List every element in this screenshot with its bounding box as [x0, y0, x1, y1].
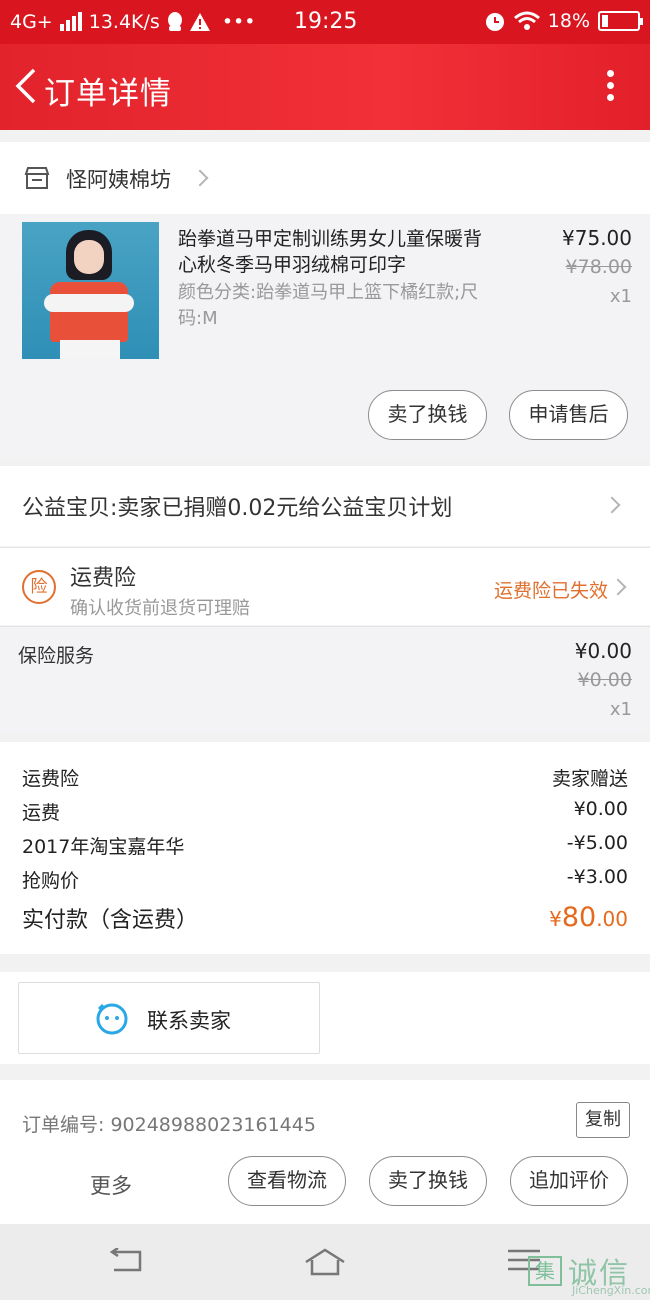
qq-icon: [167, 12, 182, 31]
total-cents: .00: [596, 907, 628, 931]
fee-label: 运费: [22, 802, 61, 824]
page-title: 订单详情: [44, 76, 172, 112]
product-quantity: x1: [609, 286, 632, 307]
contact-seller-label: 联系卖家: [147, 1009, 231, 1033]
shipping-insurance-title: 运费险: [70, 566, 137, 591]
charity-text: 公益宝贝:卖家已捐赠0.02元给公益宝贝计划: [22, 496, 453, 521]
network-speed: 13.4K/s: [88, 11, 160, 33]
fee-label: 运费险: [22, 768, 80, 790]
fee-value: 卖家赠送: [551, 768, 628, 790]
clock: 19:25: [294, 9, 358, 34]
watermark-url: JiChengXin.com: [572, 1284, 650, 1297]
app-header: 订单详情: [0, 44, 650, 130]
fee-value: -¥5.00: [566, 832, 628, 854]
shipping-insurance-row[interactable]: 险 运费险 确认收货前退货可理赔 运费险已失效: [0, 547, 650, 625]
battery-icon: [598, 11, 643, 31]
status-right: 18%: [484, 10, 643, 32]
chevron-right-icon: [603, 496, 621, 514]
insurance-service-original-price: ¥0.00: [577, 669, 632, 691]
resell-button-bottom[interactable]: 卖了换钱: [369, 1156, 487, 1206]
product-title: 跆拳道马甲定制训练男女儿童保暖背心秋冬季马甲羽绒棉可印字: [178, 228, 483, 276]
insurance-service-label: 保险服务: [18, 645, 95, 667]
chevron-right-icon: [609, 578, 627, 596]
insurance-service-quantity: x1: [609, 699, 632, 720]
fee-label: 抢购价: [22, 870, 80, 892]
contact-seller-button[interactable]: 联系卖家: [18, 982, 320, 1054]
product-spec: 颜色分类:跆拳道马甲上篮下橘红款;尺码:M: [178, 282, 479, 329]
total-amount: ¥80.00: [549, 902, 628, 933]
warning-icon: [189, 13, 210, 31]
back-arrow-icon[interactable]: [12, 66, 42, 106]
total-integer: 80: [561, 902, 597, 933]
contact-section: 联系卖家: [0, 972, 650, 1064]
alarm-icon: [485, 13, 504, 31]
more-button[interactable]: 更多: [90, 1170, 132, 1200]
product-image[interactable]: [22, 222, 159, 359]
fee-row: 抢购价 -¥3.00: [22, 866, 628, 896]
signal-icon: [59, 12, 82, 31]
insurance-service-item: 保险服务 ¥0.00 ¥0.00 x1: [0, 626, 650, 732]
shop-row[interactable]: 怪阿姨棉坊: [0, 142, 650, 214]
store-icon: [24, 167, 50, 189]
fee-label: 2017年淘宝嘉年华: [22, 836, 185, 858]
charity-row[interactable]: 公益宝贝:卖家已捐赠0.02元给公益宝贝计划: [0, 466, 650, 546]
view-logistics-button[interactable]: 查看物流: [228, 1156, 346, 1206]
product-item[interactable]: 跆拳道马甲定制训练男女儿童保暖背心秋冬季马甲羽绒棉可印字 颜色分类:跆拳道马甲上…: [0, 214, 650, 458]
battery-percent: 18%: [547, 10, 590, 32]
shop-name: 怪阿姨棉坊: [66, 168, 171, 192]
back-nav-icon[interactable]: [108, 1248, 144, 1274]
fee-row: 运费险 卖家赠送: [22, 764, 628, 794]
status-bar: 4G+ 13.4K/s ••• 19:25 18%: [0, 0, 650, 44]
overflow-dots-icon: •••: [221, 11, 256, 33]
total-label: 实付款（含运费）: [22, 908, 199, 933]
product-price: ¥75.00: [562, 226, 632, 250]
home-nav-icon[interactable]: [304, 1248, 346, 1276]
total-row: 实付款（含运费） ¥80.00: [22, 902, 628, 938]
watermark-logo: 集: [528, 1256, 562, 1286]
status-left: 4G+ 13.4K/s •••: [10, 11, 255, 33]
insurance-service-price: ¥0.00: [574, 639, 632, 663]
chat-bubble-icon: [96, 1003, 128, 1035]
copy-button[interactable]: 复制: [576, 1102, 630, 1138]
bottom-action-bar: 更多 查看物流 卖了换钱 追加评价: [0, 1142, 650, 1224]
product-original-price: ¥78.00: [565, 256, 632, 278]
network-label: 4G+: [10, 11, 53, 33]
chevron-right-icon: [191, 169, 209, 187]
fee-row: 运费 ¥0.00: [22, 798, 628, 828]
order-number: 订单编号: 90248988023161445: [22, 1114, 316, 1136]
fee-value: -¥3.00: [566, 866, 628, 888]
watermark: 集 诚信 JiChengXin.com: [528, 1250, 650, 1298]
wifi-icon: [513, 11, 540, 30]
insurance-badge-icon: 险: [22, 570, 56, 604]
order-number-row: 订单编号: 90248988023161445 复制: [0, 1080, 650, 1142]
resell-button[interactable]: 卖了换钱: [368, 390, 487, 440]
fee-summary: 运费险 卖家赠送 运费 ¥0.00 2017年淘宝嘉年华 -¥5.00 抢购价 …: [0, 742, 650, 954]
fee-row: 2017年淘宝嘉年华 -¥5.00: [22, 832, 628, 862]
more-menu-icon[interactable]: [604, 70, 616, 104]
after-sale-button[interactable]: 申请售后: [509, 390, 628, 440]
add-review-button[interactable]: 追加评价: [510, 1156, 628, 1206]
shipping-insurance-subtitle: 确认收货前退货可理赔: [70, 598, 250, 619]
total-currency: ¥: [549, 907, 562, 931]
fee-value: ¥0.00: [573, 798, 628, 820]
shipping-insurance-status: 运费险已失效: [493, 580, 608, 602]
